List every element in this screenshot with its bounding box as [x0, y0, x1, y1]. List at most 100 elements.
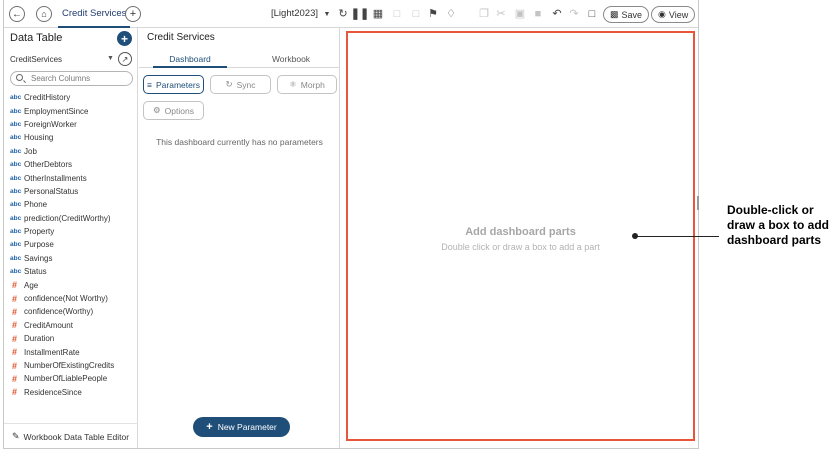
numeric-type-icon: # — [12, 306, 18, 317]
redo-icon[interactable]: ↷ — [568, 8, 580, 20]
dashboard-panel-title: Credit Services — [147, 32, 215, 43]
dashboard-panel: Credit Services Dashboard Workbook ≡ Par… — [139, 28, 340, 448]
column-name: CreditHistory — [24, 93, 71, 103]
column-item[interactable]: abc Status — [10, 265, 136, 278]
callout-line — [635, 236, 719, 237]
divider — [4, 423, 138, 424]
copy-icon[interactable]: ❐ — [478, 8, 490, 20]
datasource-dropdown-icon[interactable]: ▼ — [107, 55, 114, 62]
tab-workbook[interactable]: Workbook — [255, 50, 327, 68]
column-name: Age — [24, 280, 39, 290]
options-button[interactable]: ⚙ Options — [143, 101, 204, 120]
refresh-icon[interactable]: ↻ — [337, 8, 349, 20]
numeric-type-icon: # — [12, 373, 18, 384]
save-icon: ▩ — [610, 9, 619, 19]
pause-icon[interactable]: ❚❚ — [351, 8, 369, 20]
column-name: NumberOfLiablePeople — [24, 374, 108, 384]
column-item[interactable]: abc Job — [10, 145, 136, 158]
column-item[interactable]: abc Housing — [10, 131, 136, 144]
sliders-icon: ≡ — [147, 79, 153, 90]
top-toolbar: ← ⌂ Credit Services + [Light2023] ▼ ↻ ❚❚… — [4, 0, 698, 28]
column-item[interactable]: # Duration — [10, 332, 136, 345]
home-icon[interactable]: ⌂ — [36, 6, 52, 22]
data-table-title: Data Table — [10, 32, 63, 44]
calendar-icon[interactable]: ▦ — [372, 8, 384, 20]
text-type-icon: abc — [10, 161, 22, 169]
search-columns-input[interactable] — [31, 73, 129, 84]
open-datasource-icon[interactable]: ↗ — [118, 52, 132, 66]
column-list: abc CreditHistory abc EmploymentSince abc For… — [10, 91, 136, 399]
column-item[interactable]: abc Purpose — [10, 238, 136, 251]
new-parameter-button[interactable]: + New Parameter — [193, 417, 290, 437]
text-type-icon: abc — [10, 241, 22, 249]
callout-text: Double-click or draw a box to add dashbo… — [727, 203, 830, 247]
scissors-icon[interactable]: ✂ — [495, 8, 507, 20]
column-item[interactable]: # ResidenceSince — [10, 386, 136, 399]
column-item[interactable]: abc prediction(CreditWorthy) — [10, 212, 136, 225]
morph-icon: ⚛ — [289, 79, 297, 89]
column-item[interactable]: abc ForeignWorker — [10, 118, 136, 131]
column-item[interactable]: # confidence(Not Worthy) — [10, 292, 136, 305]
chevron-down-icon[interactable]: ▼ — [321, 8, 333, 20]
tab-dashboard[interactable]: Dashboard — [153, 50, 227, 68]
text-type-icon: abc — [10, 201, 22, 209]
parameters-button[interactable]: ≡ Parameters — [143, 75, 204, 94]
workbook-data-table-editor-link[interactable]: ✎ Workbook Data Table Editor — [12, 431, 129, 442]
column-item[interactable]: # NumberOfLiablePeople — [10, 372, 136, 385]
text-type-icon: abc — [10, 228, 22, 236]
resize-handle[interactable] — [697, 196, 699, 210]
column-name: Status — [24, 267, 47, 277]
view-button[interactable]: ◉ View — [651, 6, 696, 23]
back-arrow-icon[interactable]: ← — [9, 6, 25, 22]
save-button[interactable]: ▩ Save — [603, 6, 650, 23]
search-columns[interactable] — [10, 71, 133, 86]
column-item[interactable]: # Age — [10, 278, 136, 291]
eye-icon: ◉ — [658, 9, 666, 19]
column-name: prediction(CreditWorthy) — [24, 213, 111, 223]
morph-label: Morph — [300, 79, 325, 90]
add-datatable-button[interactable]: + — [117, 31, 132, 46]
search-icon — [16, 74, 23, 81]
datasource-name[interactable]: CreditServices — [10, 55, 62, 64]
edit-icon: ✎ — [12, 431, 20, 441]
export-file-icon[interactable]: □ — [410, 8, 422, 20]
column-item[interactable]: abc OtherInstallments — [10, 171, 136, 184]
column-item[interactable]: # CreditAmount — [10, 319, 136, 332]
numeric-type-icon: # — [12, 320, 18, 331]
column-name: ResidenceSince — [24, 387, 82, 397]
column-item[interactable]: # InstallmentRate — [10, 345, 136, 358]
column-item[interactable]: abc Property — [10, 225, 136, 238]
view-label: View — [668, 9, 689, 20]
comment-icon[interactable]: □ — [586, 8, 598, 20]
no-parameters-message: This dashboard currently has no paramete… — [156, 137, 323, 147]
undo-icon[interactable]: ↶ — [551, 8, 563, 20]
file-icon[interactable]: □ — [391, 8, 403, 20]
column-item[interactable]: abc OtherDebtors — [10, 158, 136, 171]
column-item[interactable]: abc EmploymentSince — [10, 104, 136, 117]
column-name: PersonalStatus — [24, 186, 79, 196]
tab-credit-services[interactable]: Credit Services — [58, 0, 131, 28]
add-tab-button[interactable]: + — [125, 6, 141, 22]
column-item[interactable]: abc PersonalStatus — [10, 185, 136, 198]
column-item[interactable]: abc Phone — [10, 198, 136, 211]
numeric-type-icon: # — [12, 293, 18, 304]
trash-icon[interactable]: ■ — [532, 8, 544, 20]
numeric-type-icon: # — [12, 280, 18, 291]
data-table-panel: Data Table + CreditServices ▼ ↗ abcCredi… — [4, 28, 138, 448]
text-type-icon: abc — [10, 214, 22, 222]
theme-selector[interactable]: [Light2023] — [271, 0, 318, 28]
bookmark-icon[interactable]: ⚑ — [427, 8, 439, 20]
column-item[interactable]: # NumberOfExistingCredits — [10, 359, 136, 372]
column-item[interactable]: abc CreditHistory — [10, 91, 136, 104]
morph-button[interactable]: ⚛ Morph — [277, 75, 337, 94]
bell-icon[interactable]: ♢ — [445, 8, 457, 20]
column-name: OtherInstallments — [24, 173, 87, 183]
paste-icon[interactable]: ▣ — [514, 8, 526, 20]
sync-button[interactable]: ↻ Sync — [210, 75, 271, 94]
text-type-icon: abc — [10, 268, 22, 276]
column-name: NumberOfExistingCredits — [24, 361, 115, 370]
new-parameter-label: New Parameter — [217, 422, 277, 432]
column-item[interactable]: abc Savings — [10, 252, 136, 265]
text-type-icon: abc — [10, 147, 22, 155]
column-item[interactable]: # confidence(Worthy) — [10, 305, 136, 318]
